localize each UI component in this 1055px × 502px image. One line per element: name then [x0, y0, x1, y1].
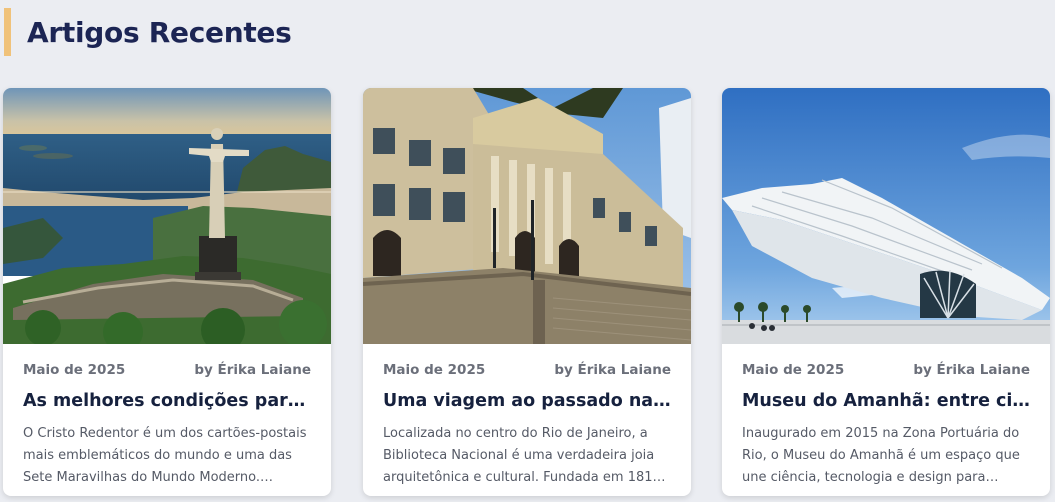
article-cards: Maio de 2025 by Érika Laiane As melhores… [3, 88, 1055, 496]
national-library-photo[interactable] [363, 88, 691, 344]
card-meta: Maio de 2025 by Érika Laiane [742, 362, 1030, 378]
card-body: Maio de 2025 by Érika Laiane Uma viagem … [383, 344, 671, 496]
card-author: by Érika Laiane [194, 362, 311, 378]
article-card[interactable]: Maio de 2025 by Érika Laiane Uma viagem … [363, 88, 691, 496]
articles-page: Artigos Recentes Maio de 2025 by Érika L… [0, 0, 1055, 502]
card-body: Maio de 2025 by Érika Laiane As melhores… [23, 344, 311, 496]
card-title[interactable]: Uma viagem ao passado na Biblioteca Naci… [383, 391, 671, 411]
card-excerpt: Localizada no centro do Rio de Janeiro, … [383, 426, 665, 485]
card-title[interactable]: Museu do Amanhã: entre ciência, arte e f… [742, 391, 1030, 411]
card-author: by Érika Laiane [913, 362, 1030, 378]
card-date: Maio de 2025 [383, 362, 486, 378]
card-meta: Maio de 2025 by Érika Laiane [383, 362, 671, 378]
section-header: Artigos Recentes [4, 8, 292, 56]
card-author: by Érika Laiane [554, 362, 671, 378]
article-card[interactable]: Maio de 2025 by Érika Laiane As melhores… [3, 88, 331, 496]
christ-redeemer-photo[interactable] [3, 88, 331, 344]
card-excerpt: O Cristo Redentor é um dos cartões-posta… [23, 426, 307, 485]
museum-of-tomorrow-photo[interactable] [722, 88, 1050, 344]
card-title[interactable]: As melhores condições para ver o Cristo … [23, 391, 311, 411]
card-body: Maio de 2025 by Érika Laiane Museu do Am… [742, 344, 1030, 496]
card-meta: Maio de 2025 by Érika Laiane [23, 362, 311, 378]
card-excerpt: Inaugurado em 2015 na Zona Portuária do … [742, 426, 1020, 485]
card-date: Maio de 2025 [23, 362, 126, 378]
article-card[interactable]: Maio de 2025 by Érika Laiane Museu do Am… [722, 88, 1050, 496]
section-title: Artigos Recentes [27, 15, 292, 49]
card-date: Maio de 2025 [742, 362, 845, 378]
